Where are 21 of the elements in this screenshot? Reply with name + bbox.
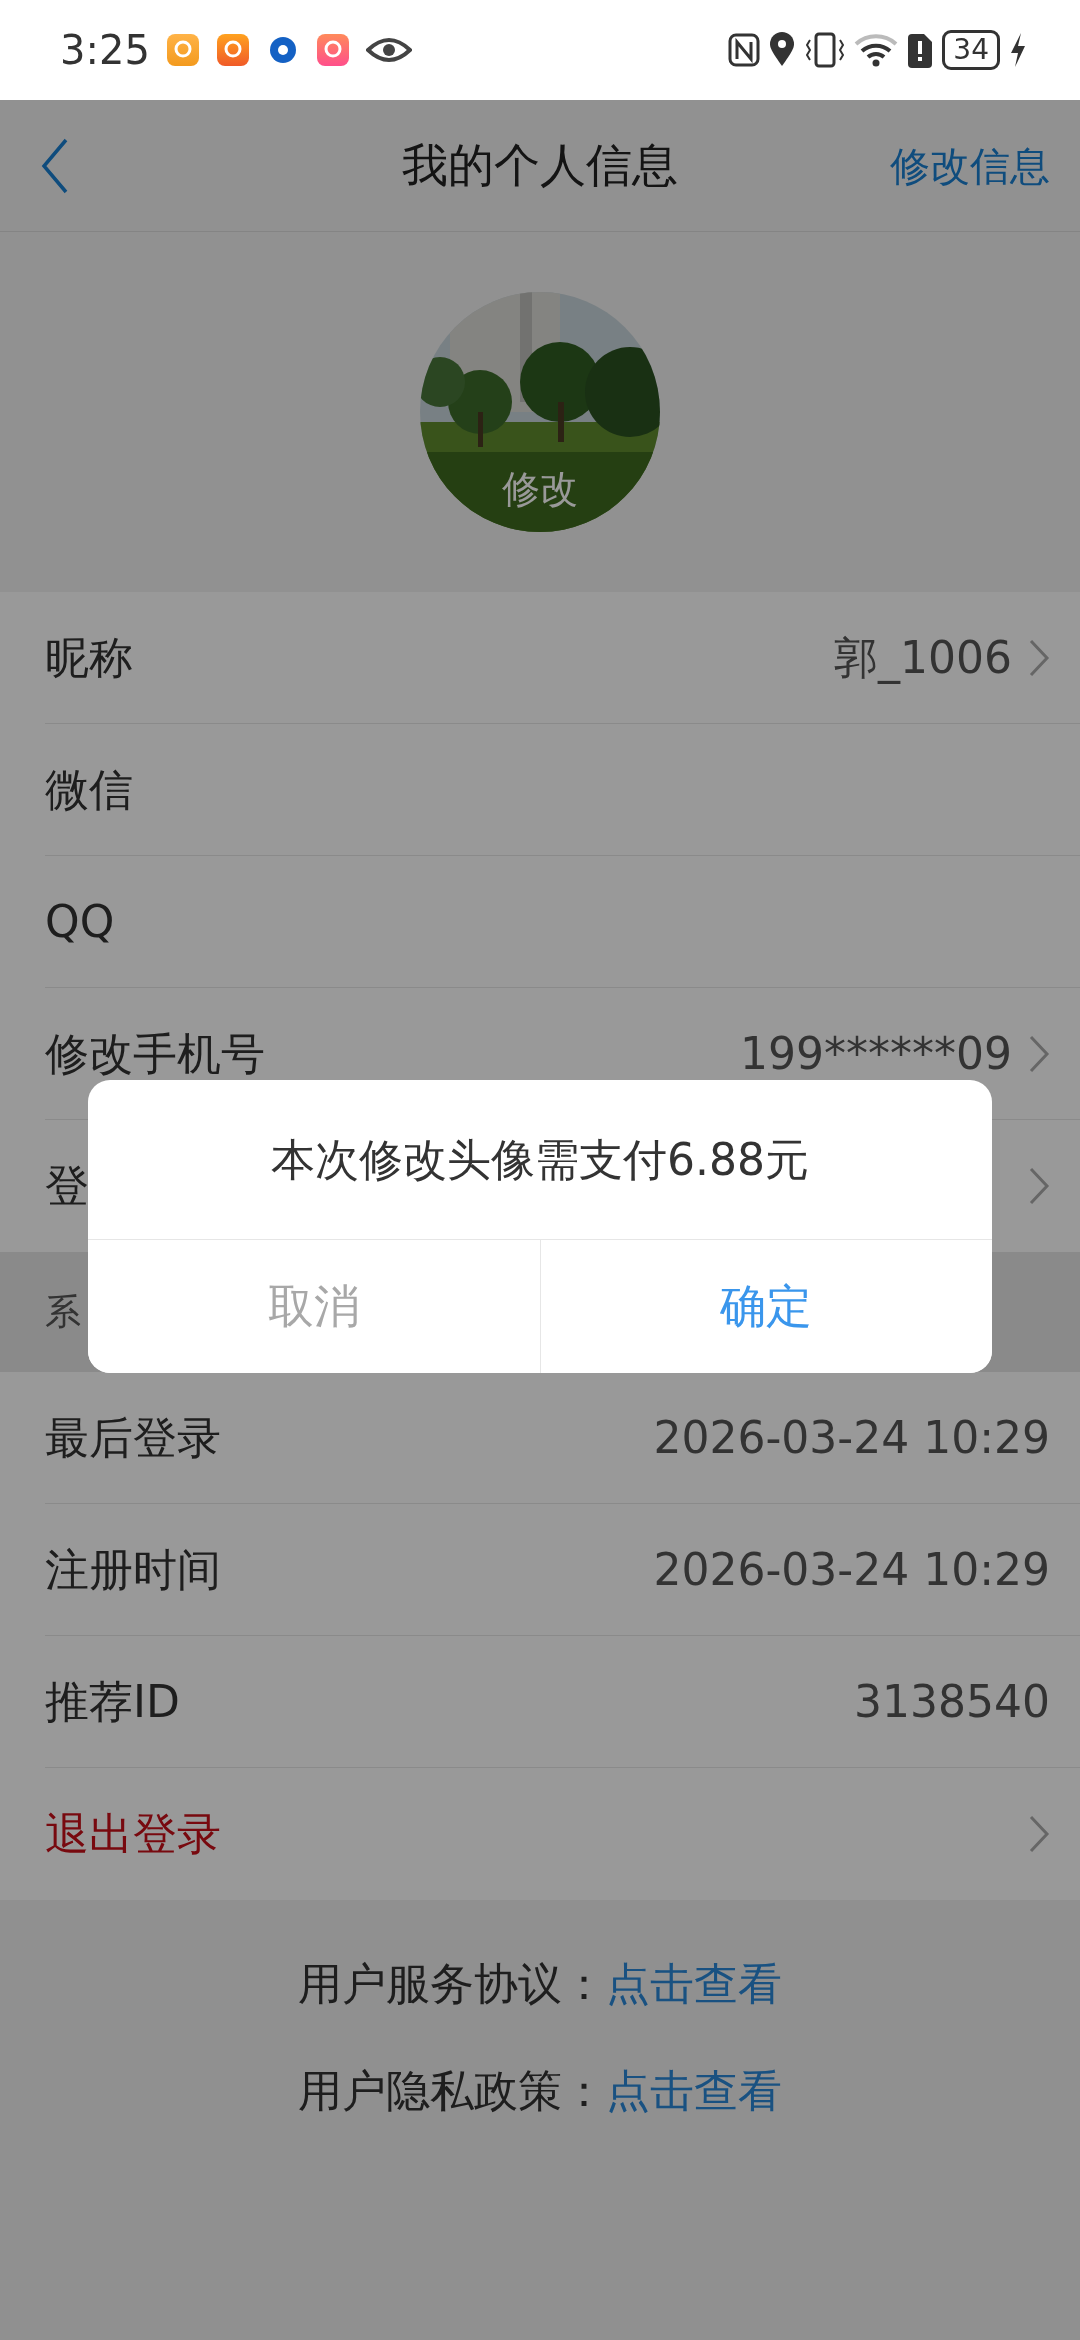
- page-title: 我的个人信息: [402, 137, 678, 194]
- section-header: 系: [45, 1290, 81, 1334]
- row-label: 推荐ID: [45, 1675, 180, 1729]
- row-value: 郭_1006: [834, 631, 1012, 686]
- agreement-label: 用户服务协议：: [298, 1956, 606, 2011]
- battery-level: 34: [942, 30, 1000, 70]
- row-label: 退出登录: [45, 1807, 221, 1861]
- row-value: 199******09: [740, 1027, 1012, 1081]
- row-label: 最后登录: [45, 1411, 221, 1465]
- dialog-message: 本次修改头像需支付6.88元: [271, 1132, 809, 1187]
- row-value: 2026-03-24 10:29: [653, 1543, 1050, 1597]
- row-label: 昵称: [45, 631, 133, 685]
- row-label: 修改手机号: [45, 1027, 265, 1081]
- row-label: 注册时间: [45, 1543, 221, 1597]
- clock: 3:25: [60, 26, 150, 75]
- row-label: 微信: [45, 763, 133, 817]
- agreement-label: 用户隐私政策：: [298, 2063, 606, 2118]
- row-value: 3138540: [854, 1675, 1050, 1729]
- row-label: QQ: [45, 895, 115, 949]
- row-label: 登: [45, 1159, 89, 1213]
- row-value: 2026-03-24 10:29: [653, 1411, 1050, 1465]
